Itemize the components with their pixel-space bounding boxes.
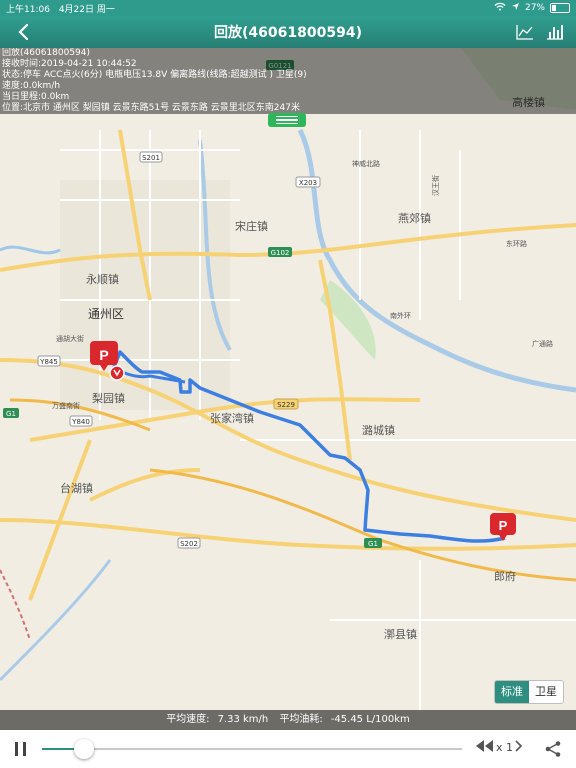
road-shield-s229: S229 (277, 401, 295, 409)
road-shield-g1b: G1 (368, 540, 378, 548)
pause-icon[interactable] (14, 742, 28, 756)
rewind-icon[interactable] (476, 740, 494, 755)
map-type-toggle: 标准 卫星 (494, 680, 564, 704)
label-nanwaihuan: 南外环 (390, 311, 411, 320)
label-tongzhouqu: 通州区 (88, 307, 124, 321)
bar-chart-icon[interactable] (546, 24, 564, 44)
label-luchengzhen: 潞城镇 (362, 423, 395, 437)
svg-text:P: P (99, 347, 108, 363)
vehicle-position-icon[interactable] (109, 365, 125, 381)
label-tongyunlu: 通胡大街 (56, 334, 84, 343)
road-shield-s202: S202 (180, 540, 198, 548)
battery-percent: 27% (524, 3, 545, 13)
navigation-bar: 回放(46061800594) (0, 16, 576, 48)
label-yongshunzhen: 永顺镇 (86, 272, 119, 286)
avg-fuel-label: 平均油耗: (279, 714, 323, 725)
playback-bar: x 1 (0, 730, 576, 768)
info-receive-time: 接收时间:2019-04-21 10:44:52 (2, 59, 137, 69)
panel-drag-handle[interactable] (268, 113, 306, 127)
wifi-icon (494, 2, 506, 14)
vehicle-info-panel: 回放(46061800594) 接收时间:2019-04-21 10:44:52… (0, 48, 576, 114)
label-zhangjiawanzhen: 张家湾镇 (210, 411, 254, 425)
label-liyuanzhen: 梨园镇 (92, 391, 125, 405)
status-bar: 上午11:06 4月22日 周一 27% (0, 0, 576, 16)
line-chart-icon[interactable] (516, 24, 534, 44)
standard-map-button[interactable]: 标准 (495, 681, 529, 703)
road-shield-s201: S201 (142, 154, 160, 162)
label-dongsihuan: 东环路 (506, 239, 527, 248)
label-langfu: 郎府 (494, 569, 516, 583)
road-shield-y840: Y840 (71, 418, 90, 426)
avg-fuel-value: -45.45 L/100km (330, 714, 410, 725)
status-time: 上午11:06 (6, 4, 50, 15)
avg-speed-label: 平均速度: (166, 714, 210, 725)
share-icon[interactable] (544, 740, 562, 758)
avg-speed-value: 7.33 km/h (217, 714, 269, 725)
label-taihuzhen: 台湖镇 (60, 481, 93, 495)
screen: P P S201 X203 G102 Y845 G1 Y840 S229 S20… (0, 0, 576, 768)
speed-chevron-icon[interactable] (515, 740, 523, 755)
svg-text:P: P (499, 518, 508, 533)
playback-slider-thumb[interactable] (74, 739, 94, 759)
page-title: 回放(46061800594) (214, 25, 362, 41)
speed-control[interactable]: x 1 (476, 740, 523, 755)
status-date: 4月22日 周一 (58, 4, 115, 15)
road-shield-x203: X203 (299, 179, 317, 187)
info-title: 回放(46061800594) (2, 48, 91, 58)
label-wanshengnanjie: 万盛南街 (52, 401, 80, 410)
playback-slider-track[interactable] (42, 748, 462, 750)
label-hanwangjie: 汉王街 (431, 175, 440, 196)
info-status: 状态:停车 ACC点火(6分) 电瓶电压13.8V 偏离路线(线路:超越测试 )… (2, 70, 307, 80)
road-shield-g102: G102 (271, 249, 290, 257)
playback-speed: x 1 (496, 741, 514, 754)
label-dazhen: 漷县镇 (384, 627, 417, 641)
label-yanjiaozhen: 燕郊镇 (398, 211, 431, 225)
battery-icon (550, 3, 570, 13)
label-shenweibeilu: 神威北路 (352, 159, 380, 168)
satellite-map-button[interactable]: 卫星 (529, 681, 563, 703)
road-shield-g1: G1 (6, 410, 16, 418)
location-icon (511, 2, 520, 14)
label-guangtonglu: 广通路 (532, 339, 553, 348)
back-chevron-icon[interactable] (14, 22, 34, 42)
info-daily-mileage: 当日里程:0.0km (2, 92, 70, 102)
road-shield-y845: Y845 (39, 358, 58, 366)
label-songzhuangzhen: 宋庄镇 (235, 219, 268, 233)
info-speed: 速度:0.0km/h (2, 81, 61, 91)
trip-stats-bar: 平均速度: 7.33 km/h 平均油耗: -45.45 L/100km (0, 710, 576, 730)
